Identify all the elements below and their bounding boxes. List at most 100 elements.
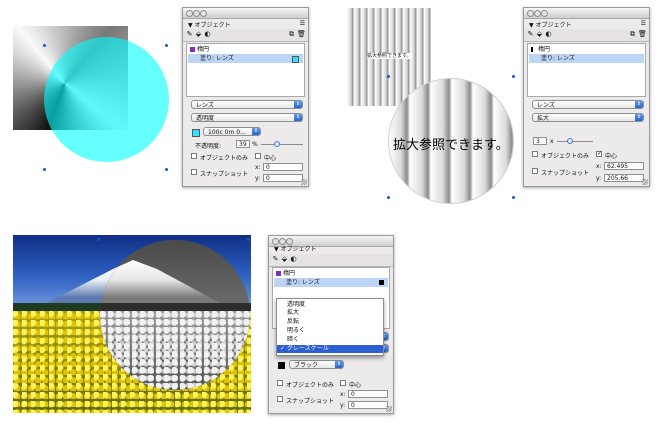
magnify-slider[interactable] bbox=[557, 141, 593, 142]
selection-handle[interactable] bbox=[43, 44, 46, 47]
snapshot-checkbox[interactable] bbox=[191, 169, 197, 175]
menu-item-darken[interactable]: 暗く bbox=[277, 336, 383, 344]
gray-field bbox=[100, 311, 250, 390]
center-checkbox[interactable]: ✓ bbox=[596, 151, 602, 157]
trash-icon[interactable]: 🗑 bbox=[638, 30, 647, 39]
x-input[interactable]: 62.495 bbox=[604, 162, 644, 170]
attribute-list: 楕円 塗り: レンズ bbox=[527, 43, 646, 97]
color-swatch[interactable] bbox=[278, 362, 285, 369]
objects-only-checkbox[interactable] bbox=[191, 153, 197, 159]
list-item-label: 楕円 bbox=[538, 46, 551, 53]
menu-item-grayscale[interactable]: ✓ グレースケール bbox=[277, 345, 383, 353]
magnify-unit: x bbox=[550, 138, 554, 145]
chevron-down-icon: ⇕ bbox=[294, 101, 302, 108]
selection-handle[interactable] bbox=[43, 168, 46, 171]
resize-grip-icon[interactable] bbox=[642, 179, 648, 185]
menu-item-label: グレースケール bbox=[287, 345, 329, 352]
zoom-icon[interactable] bbox=[200, 10, 207, 17]
minimize-icon[interactable] bbox=[534, 10, 541, 17]
close-icon[interactable] bbox=[186, 10, 193, 17]
effect-tool-icon[interactable]: ◐ bbox=[544, 30, 553, 39]
y-input[interactable]: 205.66 bbox=[604, 174, 644, 182]
resize-grip-icon[interactable] bbox=[386, 406, 392, 412]
stroke-tool-icon[interactable]: ✎ bbox=[185, 30, 194, 39]
list-item[interactable]: 楕円 bbox=[274, 269, 388, 278]
chevron-down-icon: ⇕ bbox=[252, 128, 260, 135]
grayscale-lens-circle[interactable] bbox=[100, 240, 250, 390]
minimize-icon[interactable] bbox=[193, 10, 200, 17]
magnifier-lens-circle[interactable]: 拡大参照できます。 bbox=[388, 78, 514, 204]
lens-mode-select[interactable]: 透明度 ⇕ bbox=[191, 113, 303, 122]
color-select[interactable]: ブラック ⇕ bbox=[289, 360, 344, 369]
trash-icon[interactable]: 🗑 bbox=[297, 30, 306, 39]
list-item[interactable]: 楕円 bbox=[188, 45, 303, 54]
object-palette-3: ▼ オブジェクト ✎ ⬙ ◐ 楕円 塗り: レンズ ⇕ ⇕ ブラック⇕ オブジェ… bbox=[268, 235, 394, 414]
resize-grip-icon[interactable] bbox=[301, 179, 307, 185]
menu-item-invert[interactable]: 反転 bbox=[277, 318, 383, 326]
palette-toolbar: ✎ ⬙ ◐ ⧉ 🗑 bbox=[183, 29, 308, 42]
cyan-lens-circle[interactable] bbox=[44, 37, 169, 162]
stroke-marker-icon bbox=[531, 47, 536, 52]
lens-type-select[interactable]: レンズ ⇕ bbox=[191, 100, 303, 109]
zoom-icon[interactable] bbox=[541, 10, 548, 17]
list-item[interactable]: 塗り: レンズ bbox=[274, 278, 388, 287]
objects-only-label: オブジェクトのみ bbox=[541, 153, 590, 160]
object-palette-1: ▼ オブジェクト ☰ ✎ ⬙ ◐ ⧉ 🗑 楕円 塗り: レンズ レンズ ⇕ 透明度… bbox=[182, 7, 309, 187]
y-label: y: bbox=[596, 175, 602, 182]
close-icon[interactable] bbox=[527, 10, 534, 17]
selection-handle[interactable] bbox=[512, 75, 515, 78]
fill-tool-icon[interactable]: ⬙ bbox=[535, 30, 544, 39]
list-menu-icon[interactable]: ☰ bbox=[300, 20, 305, 27]
x-input[interactable]: 0 bbox=[348, 390, 388, 398]
color-select[interactable]: 100c 0m 0... ⇕ bbox=[203, 127, 261, 136]
effect-tool-icon[interactable]: ◐ bbox=[203, 30, 212, 39]
objects-only-label: オブジェクトのみ bbox=[286, 382, 335, 389]
stroke-tool-icon[interactable]: ✎ bbox=[526, 30, 535, 39]
selection-handle[interactable] bbox=[165, 168, 168, 171]
palette-titlebar[interactable] bbox=[524, 8, 649, 19]
objects-only-checkbox[interactable] bbox=[277, 380, 283, 386]
list-item[interactable]: 楕円 bbox=[529, 45, 644, 54]
opacity-slider[interactable] bbox=[261, 144, 303, 145]
effect-tool-icon[interactable]: ◐ bbox=[289, 255, 298, 264]
opacity-input[interactable]: 39 bbox=[236, 140, 250, 148]
magnify-slider-knob[interactable] bbox=[567, 138, 573, 144]
selection-handle[interactable] bbox=[97, 238, 100, 241]
opacity-slider-knob[interactable] bbox=[274, 141, 281, 147]
snapshot-checkbox[interactable] bbox=[532, 168, 538, 174]
lens-type-select[interactable]: レンズ ⇕ bbox=[532, 100, 644, 109]
palette-titlebar[interactable] bbox=[183, 8, 308, 19]
selection-handle[interactable] bbox=[387, 75, 390, 78]
selection-handle[interactable] bbox=[165, 44, 168, 47]
list-menu-icon[interactable]: ☰ bbox=[641, 20, 646, 27]
center-checkbox[interactable] bbox=[255, 153, 261, 159]
menu-item-transparency[interactable]: 透明度 bbox=[277, 301, 383, 309]
color-swatch[interactable] bbox=[192, 129, 200, 137]
list-item[interactable]: 塗り: レンズ bbox=[529, 54, 644, 63]
fill-tool-icon[interactable]: ⬙ bbox=[280, 255, 289, 264]
center-label: 中心 bbox=[264, 155, 277, 162]
swatch-icon bbox=[190, 47, 195, 52]
objects-only-checkbox[interactable] bbox=[532, 151, 538, 157]
palette-title: ▼ オブジェクト bbox=[529, 22, 572, 29]
selection-handle[interactable] bbox=[247, 238, 250, 241]
magnify-input[interactable]: 3 bbox=[533, 137, 547, 145]
stroke-tool-icon[interactable]: ✎ bbox=[271, 255, 280, 264]
duplicate-icon[interactable]: ⧉ bbox=[628, 30, 637, 39]
y-input[interactable]: 0 bbox=[348, 401, 388, 409]
lens-mode-select[interactable]: 拡大 ⇕ bbox=[532, 113, 644, 122]
x-label: x: bbox=[255, 164, 261, 171]
opacity-label: 不透明度: bbox=[195, 143, 222, 150]
list-item[interactable]: 塗り: レンズ bbox=[188, 54, 303, 63]
duplicate-icon[interactable]: ⧉ bbox=[287, 30, 296, 39]
selection-handle[interactable] bbox=[387, 196, 390, 199]
selection-handle[interactable] bbox=[512, 196, 515, 199]
y-input[interactable]: 0 bbox=[263, 174, 303, 182]
menu-item-magnify[interactable]: 拡大 bbox=[277, 309, 383, 317]
menu-item-lighten[interactable]: 明るく bbox=[277, 327, 383, 335]
center-checkbox[interactable] bbox=[340, 380, 346, 386]
x-input[interactable]: 0 bbox=[263, 163, 303, 171]
fill-tool-icon[interactable]: ⬙ bbox=[194, 30, 203, 39]
snapshot-checkbox[interactable] bbox=[277, 396, 283, 402]
opacity-unit: % bbox=[252, 141, 258, 148]
